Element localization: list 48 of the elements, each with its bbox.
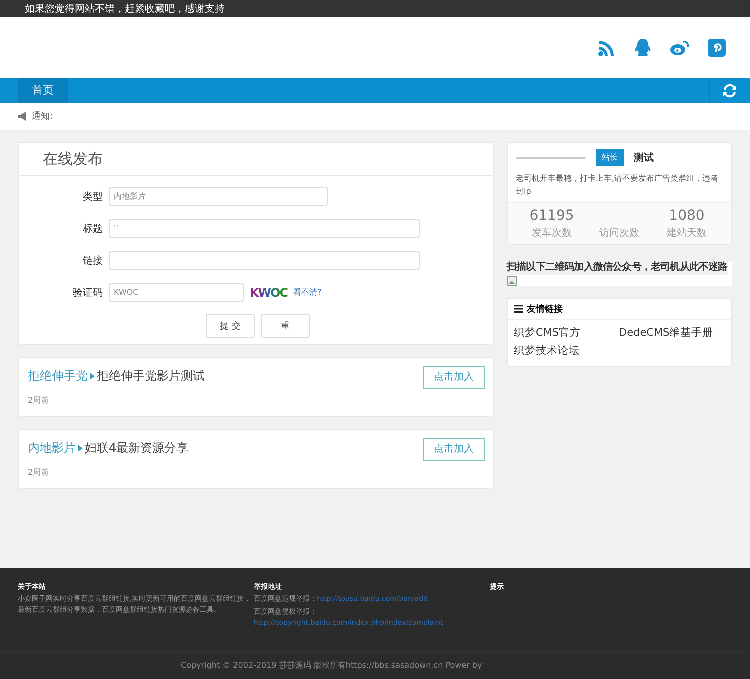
nav-tab[interactable]: 首页: [18, 78, 68, 103]
input-field[interactable]: [109, 251, 420, 270]
megaphone-icon: [18, 112, 28, 121]
stat-label: 建站天数: [667, 226, 707, 240]
stat-value: 1080: [669, 208, 705, 226]
category-link[interactable]: 拒绝伸手党: [28, 368, 88, 385]
post-time: 2周前: [28, 395, 50, 406]
category-link[interactable]: 内地影片: [28, 440, 76, 457]
rss-icon[interactable]: [598, 38, 616, 56]
captcha-image: KWOC: [250, 286, 288, 300]
post-title[interactable]: 拒绝伸手党影片测试: [97, 368, 205, 385]
copyright-text: Copyright © 2002-2019 莎莎源码 版权所有https://bbs.sasadown.cn Power by: [181, 661, 482, 670]
broken-image-icon: [507, 276, 517, 286]
caret-icon: [90, 373, 95, 380]
join-button[interactable]: 点击加入: [423, 366, 485, 388]
field-label: 验证码: [72, 286, 103, 300]
panel-title: 在线发布: [43, 150, 103, 168]
notice-label: 通知:: [32, 110, 54, 123]
pinterest-icon[interactable]: [708, 38, 726, 56]
menu-icon: [514, 305, 523, 313]
qr-notice: 扫描以下二维码加入微信公众号，老司机从此不迷路: [507, 261, 728, 275]
captcha-field[interactable]: KWOC: [109, 283, 244, 302]
field-label: 标题: [82, 222, 103, 236]
role-badge: 站长: [596, 149, 624, 166]
input-field[interactable]: '': [109, 219, 420, 238]
field-label: 链接: [82, 254, 103, 268]
stat-label: 发车次数: [532, 226, 572, 240]
top-bar-text: 如果您觉得网站不错，赶紧收藏吧，感谢支持: [25, 2, 225, 16]
refresh-icon: [721, 82, 739, 100]
field-label: 类型: [82, 190, 103, 204]
penguin-icon[interactable]: [634, 38, 652, 58]
post-time: 2周前: [28, 467, 50, 478]
friend-link[interactable]: DedeCMS维基手册: [619, 326, 729, 340]
stat-label: 访问次数: [600, 226, 640, 240]
post-title[interactable]: 妇联4最新资源分享: [85, 440, 189, 457]
links-title: 友情链接: [527, 303, 563, 316]
refresh-captcha-link[interactable]: 看不清?: [294, 287, 322, 298]
join-button[interactable]: 点击加入: [423, 438, 485, 460]
submit-button[interactable]: 提 交: [206, 314, 255, 338]
user-name: 测试: [634, 152, 654, 164]
input-field[interactable]: 内地影片: [109, 187, 328, 206]
friend-link[interactable]: 织梦技术论坛: [514, 344, 619, 358]
weibo-icon[interactable]: [670, 38, 690, 56]
friend-link[interactable]: 织梦CMS官方: [514, 326, 619, 340]
reset-button[interactable]: 重: [261, 314, 310, 338]
stat-value: 61195: [530, 208, 574, 226]
caret-icon: [78, 445, 83, 452]
profile-description: 老司机开车最稳，打卡上车,请不要发布广告类群组，违者封ip: [516, 173, 720, 198]
